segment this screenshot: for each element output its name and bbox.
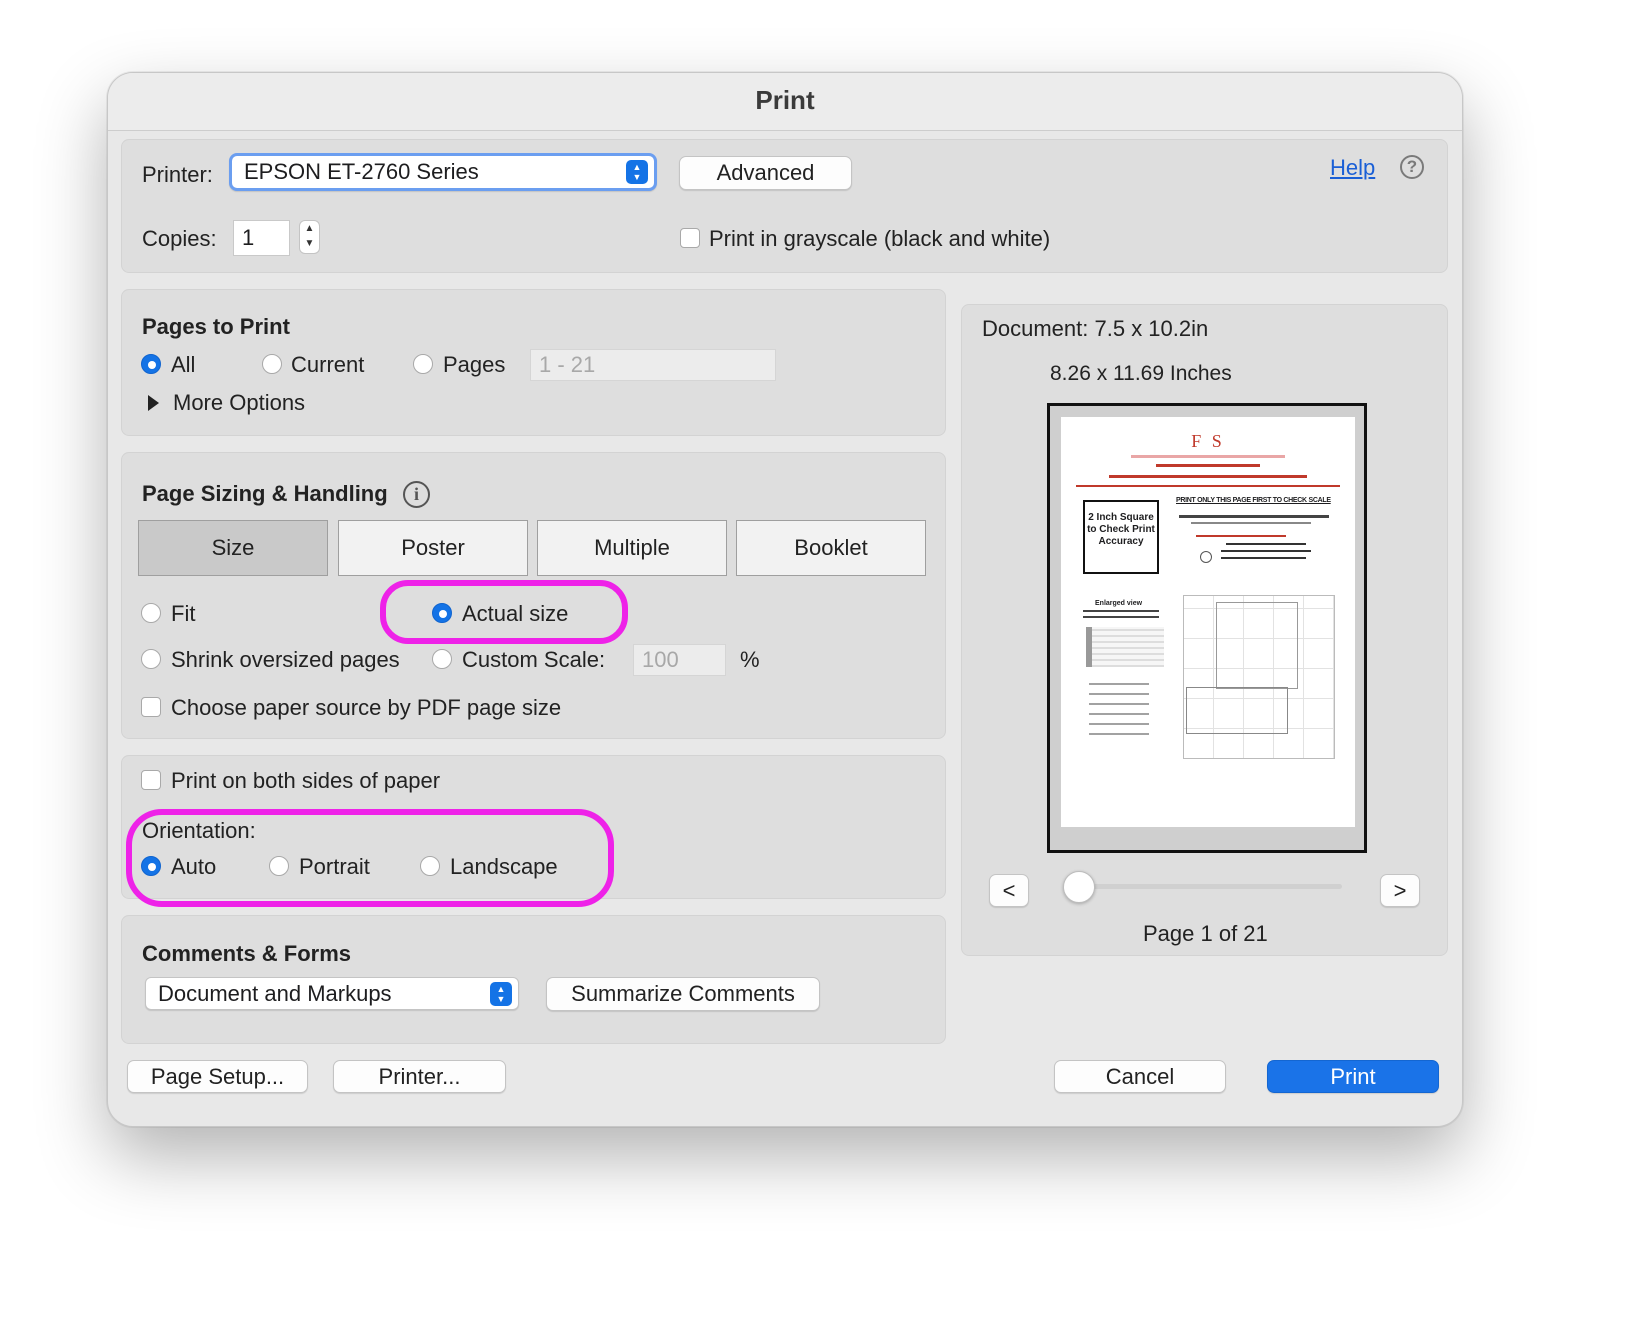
preview-heading-text: PRINT ONLY THIS PAGE FIRST TO CHECK SCAL… [1176, 497, 1331, 504]
custom-scale-input[interactable]: 100 [633, 644, 726, 676]
shrink-oversized-label: Shrink oversized pages [171, 647, 400, 672]
preview-pattern-piece [1216, 602, 1298, 689]
tab-multiple[interactable]: Multiple [537, 520, 727, 576]
both-sides-checkbox[interactable] [141, 770, 161, 790]
copies-stepper[interactable]: ▲ ▼ [299, 220, 320, 254]
tab-size[interactable]: Size [138, 520, 328, 576]
select-arrows-icon: ▲ ▼ [626, 160, 648, 184]
select-arrows-icon: ▲ ▼ [490, 981, 512, 1006]
help-icon[interactable]: ? [1400, 155, 1424, 179]
preview-text-line [1083, 610, 1159, 612]
custom-scale-radio[interactable] [432, 649, 452, 669]
preview-rule [1076, 485, 1340, 487]
preview-text-line [1179, 515, 1329, 518]
more-options-label[interactable]: More Options [173, 390, 305, 416]
cancel-button[interactable]: Cancel [1054, 1060, 1226, 1093]
preview-page-sheet: F S 2 Inch Square to Check Print Accurac… [1061, 417, 1355, 827]
disclosure-triangle-icon[interactable] [148, 395, 159, 411]
actual-size-highlight [380, 580, 628, 644]
preview-text-line [1191, 522, 1311, 524]
page-range-radio[interactable] [413, 354, 433, 374]
preview-text-line [1221, 557, 1306, 559]
comments-select-value: Document and Markups [158, 980, 392, 1006]
paper-source-label: Choose paper source by PDF page size [171, 695, 562, 720]
preview-check-square: 2 Inch Square to Check Print Accuracy [1083, 500, 1159, 574]
custom-scale-label: Custom Scale: [462, 647, 606, 672]
page-setup-button[interactable]: Page Setup... [127, 1060, 308, 1093]
both-sides-label: Print on both sides of paper [171, 768, 441, 793]
fit-radio[interactable] [141, 603, 161, 623]
shrink-oversized-radio[interactable] [141, 649, 161, 669]
stepper-down-icon[interactable]: ▼ [300, 236, 319, 251]
document-size-label: Document: 7.5 x 10.2in [982, 316, 1209, 341]
preview-crosshair-icon [1200, 551, 1212, 563]
printer-button[interactable]: Printer... [333, 1060, 506, 1093]
orientation-highlight [126, 809, 614, 907]
comments-forms-heading: Comments & Forms [142, 941, 352, 966]
all-pages-label: All [171, 352, 196, 377]
print-button[interactable]: Print [1267, 1060, 1439, 1093]
grayscale-checkbox[interactable] [680, 228, 700, 248]
copies-label: Copies: [142, 226, 217, 251]
info-icon[interactable]: i [403, 481, 430, 508]
advanced-button[interactable]: Advanced [679, 156, 852, 190]
preview-red-text [1196, 535, 1286, 537]
previous-page-button[interactable]: < [989, 874, 1029, 907]
preview-enlarged-image [1086, 627, 1164, 667]
help-link[interactable]: Help [1330, 155, 1375, 181]
page-sizing-heading: Page Sizing & Handling [142, 481, 388, 506]
page-slider-knob[interactable] [1063, 871, 1095, 903]
preview-red-text [1109, 475, 1307, 478]
printer-select-value: EPSON ET-2760 Series [244, 159, 479, 184]
page-status: Page 1 of 21 [1143, 921, 1268, 946]
preview-text-line [1083, 616, 1159, 618]
pages-to-print-heading: Pages to Print [142, 314, 290, 339]
comments-select[interactable]: Document and Markups ▲ ▼ [145, 977, 519, 1010]
percent-label: % [740, 647, 760, 672]
all-pages-radio[interactable] [141, 354, 161, 374]
preview-enlarged-text: Enlarged view [1095, 600, 1143, 607]
preview-text-line [1226, 543, 1306, 545]
next-page-button[interactable]: > [1380, 874, 1420, 907]
printer-label: Printer: [142, 162, 213, 187]
paper-size-label: 8.26 x 11.69 Inches [1050, 362, 1232, 385]
title-bar: Print [108, 73, 1462, 131]
current-page-radio[interactable] [262, 354, 282, 374]
dialog-title: Print [755, 85, 815, 115]
preview-text-line [1221, 550, 1311, 552]
page-slider-track[interactable] [1080, 884, 1342, 889]
printer-select[interactable]: EPSON ET-2760 Series ▲ ▼ [229, 153, 657, 191]
page-range-label: Pages [443, 352, 506, 377]
tab-poster[interactable]: Poster [338, 520, 528, 576]
preview-red-text [1156, 464, 1260, 467]
paper-source-checkbox[interactable] [141, 697, 161, 717]
preview-red-text [1131, 455, 1285, 458]
current-page-label: Current [291, 352, 365, 377]
copies-field[interactable]: 1 [233, 220, 290, 256]
page-preview: F S 2 Inch Square to Check Print Accurac… [1047, 403, 1367, 853]
summarize-comments-button[interactable]: Summarize Comments [546, 977, 820, 1011]
fit-label: Fit [171, 601, 196, 626]
page-range-input[interactable]: 1 - 21 [530, 349, 776, 381]
preview-logo: F S [1191, 431, 1225, 451]
preview-list-block [1089, 675, 1149, 735]
tab-booklet[interactable]: Booklet [736, 520, 926, 576]
stepper-up-icon[interactable]: ▲ [300, 221, 319, 236]
grayscale-label: Print in grayscale (black and white) [709, 226, 1051, 251]
preview-pattern-piece [1186, 687, 1288, 734]
